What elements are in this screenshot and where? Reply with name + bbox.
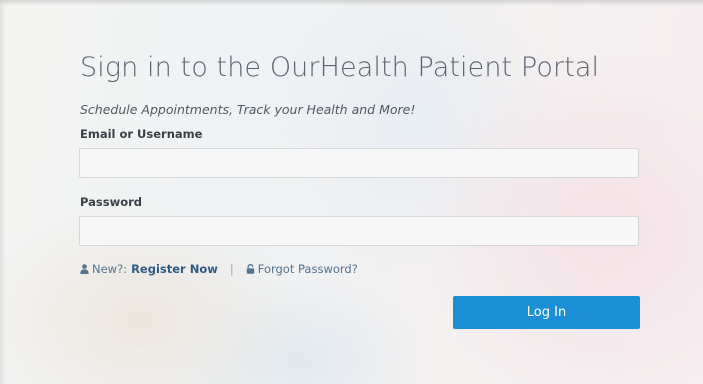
user-icon <box>80 264 89 274</box>
email-field[interactable] <box>79 148 639 178</box>
lock-icon <box>246 264 255 274</box>
register-link[interactable]: Register Now <box>131 262 218 276</box>
email-label: Email or Username <box>80 127 203 141</box>
account-links: New?: Register Now | Forgot Password? <box>80 262 358 276</box>
password-label: Password <box>80 195 142 209</box>
forgot-password-link[interactable]: Forgot Password? <box>258 262 358 276</box>
login-page: Sign in to the OurHealth Patient Portal … <box>0 0 703 384</box>
left-shadow <box>0 0 6 384</box>
password-field[interactable] <box>79 216 639 246</box>
new-prefix: New?: <box>92 262 128 276</box>
page-title: Sign in to the OurHealth Patient Portal <box>80 52 600 83</box>
page-subtitle: Schedule Appointments, Track your Health… <box>80 102 416 117</box>
link-separator: | <box>229 262 234 276</box>
login-button[interactable]: Log In <box>453 296 640 329</box>
top-shadow <box>0 0 703 6</box>
